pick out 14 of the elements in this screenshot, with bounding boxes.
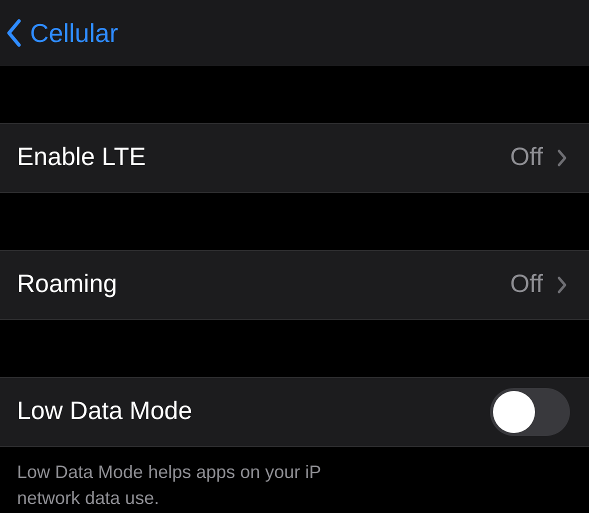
row-label: Enable LTE bbox=[17, 142, 146, 174]
footer-note: Low Data Mode helps apps on your iP network data use. bbox=[16, 461, 322, 510]
row-value: Off bbox=[510, 142, 543, 174]
row-label: Roaming bbox=[17, 269, 118, 300]
chevron-right-icon bbox=[557, 276, 567, 294]
toggle-switch[interactable] bbox=[490, 388, 570, 436]
settings-row[interactable]: Enable LTE Off bbox=[0, 123, 589, 193]
row-label: Low Data Mode bbox=[17, 396, 192, 428]
chevron-left-icon bbox=[6, 19, 22, 47]
back-button[interactable]: Cellular bbox=[6, 14, 118, 52]
row-value: Off bbox=[510, 269, 543, 300]
settings-row[interactable]: Low Data Mode bbox=[0, 377, 589, 447]
chevron-right-icon bbox=[557, 149, 567, 167]
settings-row[interactable]: Roaming Off bbox=[0, 250, 589, 320]
